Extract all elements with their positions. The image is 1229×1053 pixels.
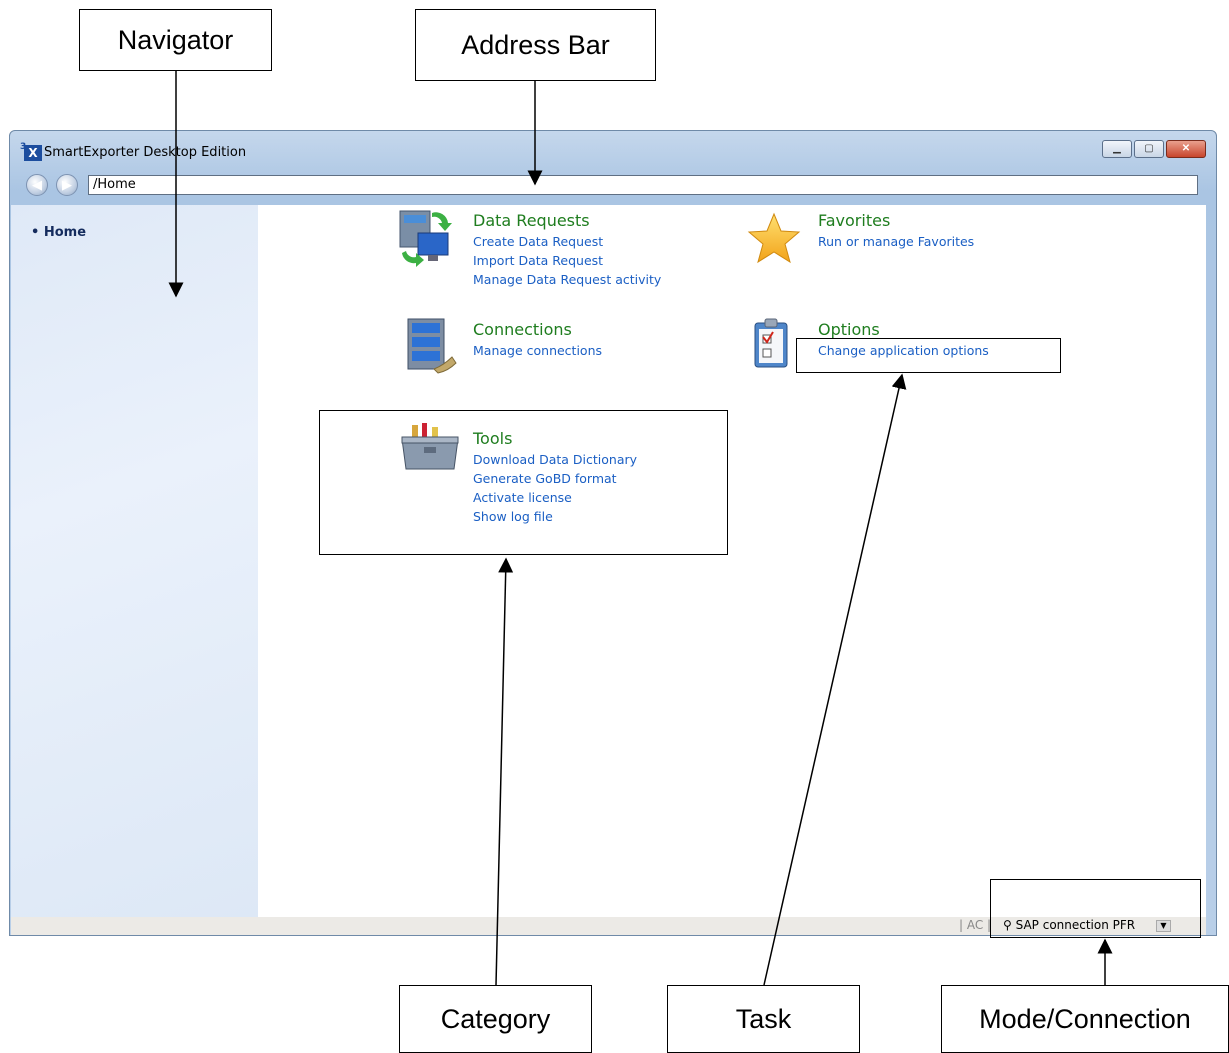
task-highlight-box — [796, 338, 1061, 373]
window-title: SmartExporter Desktop Edition — [44, 145, 247, 160]
category-title: Favorites — [818, 211, 891, 230]
navigation-row: ◀ ▶ /Home — [10, 171, 1216, 201]
maximize-button[interactable]: ▢ — [1134, 140, 1164, 158]
category-data-requests: Data Requests Create Data Request Import… — [473, 211, 661, 289]
data-requests-icon — [396, 207, 458, 269]
home-content: Data Requests Create Data Request Import… — [258, 205, 1206, 917]
close-button[interactable]: ✕ — [1166, 140, 1206, 158]
task-manage-data-request-activity[interactable]: Manage Data Request activity — [473, 270, 661, 289]
mode-connection-highlight-box — [990, 879, 1201, 938]
category-favorites: Favorites Run or manage Favorites — [818, 211, 974, 251]
address-bar[interactable]: /Home — [88, 175, 1198, 195]
navigator-pane: • Home — [11, 205, 258, 917]
task-manage-connections[interactable]: Manage connections — [473, 341, 602, 360]
mode-connection-callout: Mode/Connection — [941, 985, 1229, 1053]
task-import-data-request[interactable]: Import Data Request — [473, 251, 661, 270]
nav-item-home[interactable]: • Home — [31, 225, 86, 240]
category-title: Data Requests — [473, 211, 590, 230]
task-callout: Task — [667, 985, 860, 1053]
server-icon — [398, 315, 460, 377]
mode-indicator: | AC | — [959, 918, 992, 932]
navigator-callout: Navigator — [79, 9, 272, 71]
category-title: Connections — [473, 320, 572, 339]
category-title: Options — [818, 320, 880, 339]
category-highlight-box — [319, 410, 728, 555]
star-icon — [746, 211, 808, 273]
minimize-button[interactable]: ▁ — [1102, 140, 1132, 158]
category-connections: Connections Manage connections — [473, 320, 602, 360]
back-arrow-icon[interactable]: ◀ — [26, 174, 48, 196]
app-logo-icon: 3X — [20, 142, 42, 161]
category-callout: Category — [399, 985, 592, 1053]
task-create-data-request[interactable]: Create Data Request — [473, 232, 661, 251]
forward-arrow-icon[interactable]: ▶ — [56, 174, 78, 196]
task-run-or-manage-favorites[interactable]: Run or manage Favorites — [818, 232, 974, 251]
title-bar: 3X SmartExporter Desktop Edition ▁ ▢ ✕ — [10, 131, 1216, 171]
nav-item-home-label: Home — [43, 225, 87, 240]
address-bar-callout: Address Bar — [415, 9, 656, 81]
